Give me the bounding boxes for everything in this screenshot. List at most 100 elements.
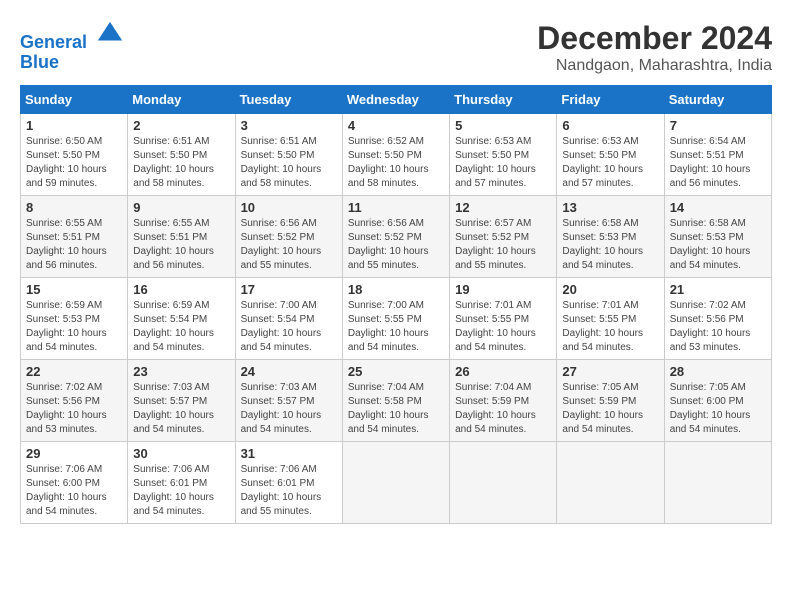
day-cell: 18 Sunrise: 7:00 AM Sunset: 5:55 PM Dayl… (342, 278, 449, 360)
day-cell (342, 442, 449, 524)
day-number: 19 (455, 282, 551, 297)
day-info: Sunrise: 7:05 AM Sunset: 5:59 PM Dayligh… (562, 381, 658, 437)
day-cell: 13 Sunrise: 6:58 AM Sunset: 5:53 PM Dayl… (557, 196, 664, 278)
day-number: 1 (26, 118, 122, 133)
day-info: Sunrise: 7:00 AM Sunset: 5:55 PM Dayligh… (348, 299, 444, 355)
day-cell: 30 Sunrise: 7:06 AM Sunset: 6:01 PM Dayl… (128, 442, 235, 524)
day-number: 18 (348, 282, 444, 297)
day-number: 30 (133, 446, 229, 461)
title-block: December 2024 Nandgaon, Maharashtra, Ind… (537, 20, 772, 75)
day-number: 13 (562, 200, 658, 215)
day-cell: 26 Sunrise: 7:04 AM Sunset: 5:59 PM Dayl… (450, 360, 557, 442)
day-cell: 23 Sunrise: 7:03 AM Sunset: 5:57 PM Dayl… (128, 360, 235, 442)
day-number: 4 (348, 118, 444, 133)
day-info: Sunrise: 7:01 AM Sunset: 5:55 PM Dayligh… (455, 299, 551, 355)
day-info: Sunrise: 6:52 AM Sunset: 5:50 PM Dayligh… (348, 135, 444, 191)
day-number: 23 (133, 364, 229, 379)
week-row-1: 1 Sunrise: 6:50 AM Sunset: 5:50 PM Dayli… (21, 114, 772, 196)
day-info: Sunrise: 7:00 AM Sunset: 5:54 PM Dayligh… (241, 299, 337, 355)
logo-icon (96, 20, 124, 48)
day-info: Sunrise: 7:06 AM Sunset: 6:01 PM Dayligh… (241, 463, 337, 519)
day-number: 15 (26, 282, 122, 297)
day-cell: 1 Sunrise: 6:50 AM Sunset: 5:50 PM Dayli… (21, 114, 128, 196)
day-number: 22 (26, 364, 122, 379)
day-info: Sunrise: 6:59 AM Sunset: 5:53 PM Dayligh… (26, 299, 122, 355)
logo: General Blue (20, 20, 124, 73)
day-cell: 21 Sunrise: 7:02 AM Sunset: 5:56 PM Dayl… (664, 278, 771, 360)
calendar-table: SundayMondayTuesdayWednesdayThursdayFrid… (20, 85, 772, 524)
page-header: General Blue December 2024 Nandgaon, Mah… (20, 20, 772, 75)
day-number: 28 (670, 364, 766, 379)
day-cell: 15 Sunrise: 6:59 AM Sunset: 5:53 PM Dayl… (21, 278, 128, 360)
day-info: Sunrise: 6:51 AM Sunset: 5:50 PM Dayligh… (241, 135, 337, 191)
day-number: 3 (241, 118, 337, 133)
day-number: 6 (562, 118, 658, 133)
day-number: 7 (670, 118, 766, 133)
day-number: 9 (133, 200, 229, 215)
day-cell: 7 Sunrise: 6:54 AM Sunset: 5:51 PM Dayli… (664, 114, 771, 196)
logo-general: General (20, 32, 87, 52)
header-sunday: Sunday (21, 86, 128, 114)
day-info: Sunrise: 7:01 AM Sunset: 5:55 PM Dayligh… (562, 299, 658, 355)
day-cell: 3 Sunrise: 6:51 AM Sunset: 5:50 PM Dayli… (235, 114, 342, 196)
day-info: Sunrise: 6:51 AM Sunset: 5:50 PM Dayligh… (133, 135, 229, 191)
day-info: Sunrise: 6:50 AM Sunset: 5:50 PM Dayligh… (26, 135, 122, 191)
day-cell: 2 Sunrise: 6:51 AM Sunset: 5:50 PM Dayli… (128, 114, 235, 196)
week-row-4: 22 Sunrise: 7:02 AM Sunset: 5:56 PM Dayl… (21, 360, 772, 442)
week-row-5: 29 Sunrise: 7:06 AM Sunset: 6:00 PM Dayl… (21, 442, 772, 524)
day-cell: 25 Sunrise: 7:04 AM Sunset: 5:58 PM Dayl… (342, 360, 449, 442)
day-info: Sunrise: 6:58 AM Sunset: 5:53 PM Dayligh… (670, 217, 766, 273)
header-row: SundayMondayTuesdayWednesdayThursdayFrid… (21, 86, 772, 114)
header-wednesday: Wednesday (342, 86, 449, 114)
day-number: 26 (455, 364, 551, 379)
day-info: Sunrise: 6:56 AM Sunset: 5:52 PM Dayligh… (241, 217, 337, 273)
day-cell (664, 442, 771, 524)
day-number: 16 (133, 282, 229, 297)
day-info: Sunrise: 6:54 AM Sunset: 5:51 PM Dayligh… (670, 135, 766, 191)
day-number: 25 (348, 364, 444, 379)
day-info: Sunrise: 7:04 AM Sunset: 5:58 PM Dayligh… (348, 381, 444, 437)
day-number: 14 (670, 200, 766, 215)
header-saturday: Saturday (664, 86, 771, 114)
day-cell: 8 Sunrise: 6:55 AM Sunset: 5:51 PM Dayli… (21, 196, 128, 278)
day-info: Sunrise: 7:06 AM Sunset: 6:00 PM Dayligh… (26, 463, 122, 519)
day-cell (450, 442, 557, 524)
day-info: Sunrise: 7:05 AM Sunset: 6:00 PM Dayligh… (670, 381, 766, 437)
day-cell: 20 Sunrise: 7:01 AM Sunset: 5:55 PM Dayl… (557, 278, 664, 360)
day-number: 24 (241, 364, 337, 379)
week-row-2: 8 Sunrise: 6:55 AM Sunset: 5:51 PM Dayli… (21, 196, 772, 278)
day-cell: 19 Sunrise: 7:01 AM Sunset: 5:55 PM Dayl… (450, 278, 557, 360)
month-title: December 2024 (537, 20, 772, 57)
day-cell: 14 Sunrise: 6:58 AM Sunset: 5:53 PM Dayl… (664, 196, 771, 278)
day-cell: 11 Sunrise: 6:56 AM Sunset: 5:52 PM Dayl… (342, 196, 449, 278)
day-info: Sunrise: 7:06 AM Sunset: 6:01 PM Dayligh… (133, 463, 229, 519)
day-number: 31 (241, 446, 337, 461)
location: Nandgaon, Maharashtra, India (537, 57, 772, 75)
day-info: Sunrise: 6:55 AM Sunset: 5:51 PM Dayligh… (26, 217, 122, 273)
day-cell: 10 Sunrise: 6:56 AM Sunset: 5:52 PM Dayl… (235, 196, 342, 278)
day-info: Sunrise: 7:04 AM Sunset: 5:59 PM Dayligh… (455, 381, 551, 437)
header-thursday: Thursday (450, 86, 557, 114)
day-info: Sunrise: 6:57 AM Sunset: 5:52 PM Dayligh… (455, 217, 551, 273)
day-cell: 4 Sunrise: 6:52 AM Sunset: 5:50 PM Dayli… (342, 114, 449, 196)
day-number: 11 (348, 200, 444, 215)
day-cell: 24 Sunrise: 7:03 AM Sunset: 5:57 PM Dayl… (235, 360, 342, 442)
day-cell: 5 Sunrise: 6:53 AM Sunset: 5:50 PM Dayli… (450, 114, 557, 196)
day-number: 12 (455, 200, 551, 215)
day-number: 2 (133, 118, 229, 133)
day-cell: 9 Sunrise: 6:55 AM Sunset: 5:51 PM Dayli… (128, 196, 235, 278)
day-info: Sunrise: 6:56 AM Sunset: 5:52 PM Dayligh… (348, 217, 444, 273)
day-info: Sunrise: 7:02 AM Sunset: 5:56 PM Dayligh… (26, 381, 122, 437)
header-friday: Friday (557, 86, 664, 114)
day-number: 29 (26, 446, 122, 461)
header-monday: Monday (128, 86, 235, 114)
day-cell: 28 Sunrise: 7:05 AM Sunset: 6:00 PM Dayl… (664, 360, 771, 442)
day-info: Sunrise: 6:53 AM Sunset: 5:50 PM Dayligh… (562, 135, 658, 191)
day-number: 27 (562, 364, 658, 379)
day-cell: 16 Sunrise: 6:59 AM Sunset: 5:54 PM Dayl… (128, 278, 235, 360)
day-cell: 6 Sunrise: 6:53 AM Sunset: 5:50 PM Dayli… (557, 114, 664, 196)
day-cell: 29 Sunrise: 7:06 AM Sunset: 6:00 PM Dayl… (21, 442, 128, 524)
day-info: Sunrise: 7:03 AM Sunset: 5:57 PM Dayligh… (241, 381, 337, 437)
day-info: Sunrise: 6:59 AM Sunset: 5:54 PM Dayligh… (133, 299, 229, 355)
day-number: 8 (26, 200, 122, 215)
